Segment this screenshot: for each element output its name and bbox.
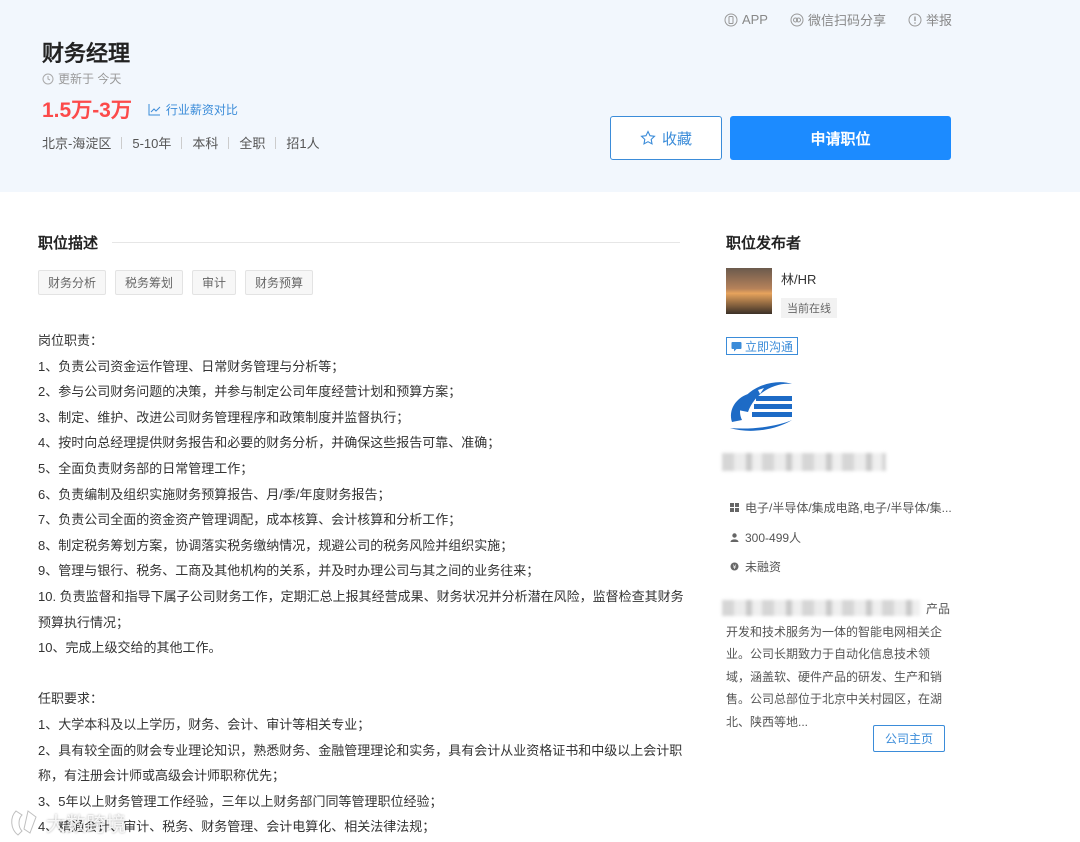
description-line: 3、5年以上财务管理工作经验，三年以上财务部门同等管理职位经验； [38, 793, 443, 809]
description-title: 职位描述 [38, 235, 99, 252]
publisher-title: 职位发布者 [726, 235, 802, 252]
job-header: APP 微信扫码分享 举报 财务经理 更新于 今天 1.5万-3万 行业薪资对比… [0, 0, 1080, 192]
watermark-text: 大数跨境 [46, 813, 126, 836]
clock-icon [42, 73, 54, 84]
share-link[interactable]: 微信扫码分享 [790, 10, 886, 29]
salary: 1.5万-3万 [42, 99, 132, 122]
description-line: 9、管理与银行、税务、工商及其他机构的关系，并及时办理公司与其之间的业务往来； [38, 563, 540, 579]
description-line: 10. 负责监督和指导下属子公司财务工作，定期汇总上报其经营成果、财务状况并分析… [38, 588, 684, 604]
job-type: 全职 [239, 136, 266, 151]
divider [228, 136, 230, 149]
watermark-logo-icon [11, 810, 37, 836]
job-headcount: 招1人 [286, 136, 320, 151]
description-line: 称，有注册会计师或高级会计师职称优先； [38, 768, 286, 784]
divider [121, 136, 123, 149]
description-line: 8、制定税务筹划方案，协调落实税务缴纳情况，规避公司的税务风险并组织实施； [38, 537, 514, 553]
company-industry: 电子/半导体/集成电路,电子/半导体/集... [730, 499, 952, 516]
svg-text:¥: ¥ [733, 564, 737, 571]
chat-icon [731, 341, 742, 351]
job-meta: 北京-海淀区 5-10年 本科 全职 招1人 [42, 133, 320, 152]
watermark: 大数跨境 [8, 805, 126, 839]
updated-text: 更新于 今天 [58, 72, 122, 86]
job-title: 财务经理 [42, 41, 131, 66]
apply-button[interactable]: 申请职位 [730, 116, 951, 160]
industry-text: 电子/半导体/集成电路,电子/半导体/集... [745, 501, 952, 515]
skill-tag: 财务预算 [245, 270, 314, 295]
report-link-label: 举报 [925, 13, 952, 28]
description-line: 1、负责公司资金运作管理、日常财务管理与分析等； [38, 358, 345, 374]
description-line: 4、精通会计、审计、税务、财务管理、会计电算化、相关法律法规； [38, 819, 436, 835]
description-line: 10、完成上级交给的其他工作。 [38, 640, 222, 656]
publisher-name: 林/HR [781, 272, 817, 287]
description-header: 职位描述 [38, 232, 680, 253]
company-home-button[interactable]: 公司主页 [873, 725, 945, 752]
app-link-label: APP [741, 12, 768, 27]
share-link-label: 微信扫码分享 [807, 13, 886, 28]
description-line: 4、按时向总经理提供财务报告和必要的财务分析，并确保这些报告可靠、准确； [38, 435, 501, 451]
description-line: 5、全面负责财务部的日常管理工作； [38, 460, 254, 476]
salary-compare-link[interactable]: 行业薪资对比 [148, 101, 238, 118]
avatar[interactable] [726, 268, 772, 314]
description-line: 7、负责公司全面的资金资产管理调配，成本核算、会计核算和分析工作； [38, 512, 462, 528]
status-badge: 当前在线 [781, 298, 837, 318]
job-location: 北京-海淀区 [42, 136, 112, 151]
intro-text: 开发和技术服务为一体的智能电网相关企业。公司长期致力于自动化信息技术领域，涵盖软… [726, 624, 943, 729]
phone-icon [724, 13, 738, 26]
chat-label: 立即沟通 [745, 339, 794, 354]
divider [181, 136, 183, 149]
company-funding: ¥ 未融资 [730, 558, 781, 575]
report-link[interactable]: 举报 [908, 10, 952, 29]
skill-tag: 财务分析 [38, 270, 107, 295]
company-intro: 产品 开发和技术服务为一体的智能电网相关企业。公司长期致力于自动化信息技术领域，… [726, 598, 950, 734]
company-logo[interactable] [726, 376, 796, 436]
job-education: 本科 [192, 136, 219, 151]
wechat-icon [790, 13, 804, 26]
description-line: 1、大学本科及以上学历，财务、会计、审计等相关专业； [38, 716, 371, 732]
collect-label: 收藏 [661, 130, 692, 148]
job-description: 岗位职责： 1、负责公司资金运作管理、日常财务管理与分析等； 2、参与公司财务问… [38, 328, 688, 840]
collect-button[interactable]: 收藏 [610, 116, 722, 160]
report-icon [908, 13, 922, 26]
description-line: 岗位职责： [38, 333, 104, 348]
description-line: 预算执行情况； [38, 614, 130, 630]
grid-icon [730, 503, 739, 512]
description-line: 6、负责编制及组织实施财务预算报告、月/季/年度财务报告； [38, 486, 391, 502]
chart-icon [148, 103, 161, 115]
description-line: 2、参与公司财务问题的决策，并参与制定公司年度经营计划和预算方案； [38, 384, 462, 400]
job-experience: 5-10年 [132, 136, 172, 151]
size-text: 300-499人 [745, 531, 802, 545]
chat-button[interactable]: 立即沟通 [726, 337, 799, 355]
funding-text: 未融资 [745, 560, 782, 574]
description-line: 2、具有较全面的财会专业理论知识，熟悉财务、金融管理理论和实务，具有会计从业资格… [38, 742, 683, 758]
star-icon [640, 130, 656, 145]
salary-compare-label: 行业薪资对比 [165, 102, 238, 117]
person-icon [730, 533, 739, 542]
description-line: 3、制定、维护、改进公司财务管理程序和政策制度并监督执行； [38, 409, 410, 425]
divider [275, 136, 277, 149]
funding-icon: ¥ [730, 562, 739, 571]
salary-row: 1.5万-3万 行业薪资对比 [42, 94, 238, 124]
skill-tag: 税务筹划 [115, 270, 184, 295]
updated-time: 更新于 今天 [42, 70, 121, 87]
skill-tag: 审计 [192, 270, 237, 295]
app-link[interactable]: APP [724, 10, 768, 29]
company-name-redacted [722, 453, 886, 471]
divider [112, 242, 680, 243]
top-links: APP 微信扫码分享 举报 [724, 10, 952, 29]
description-line: 任职要求： [38, 691, 104, 707]
intro-tail: 产品 [925, 602, 950, 616]
company-size: 300-499人 [730, 529, 801, 546]
skill-tags: 财务分析 税务筹划 审计 财务预算 [38, 270, 314, 295]
